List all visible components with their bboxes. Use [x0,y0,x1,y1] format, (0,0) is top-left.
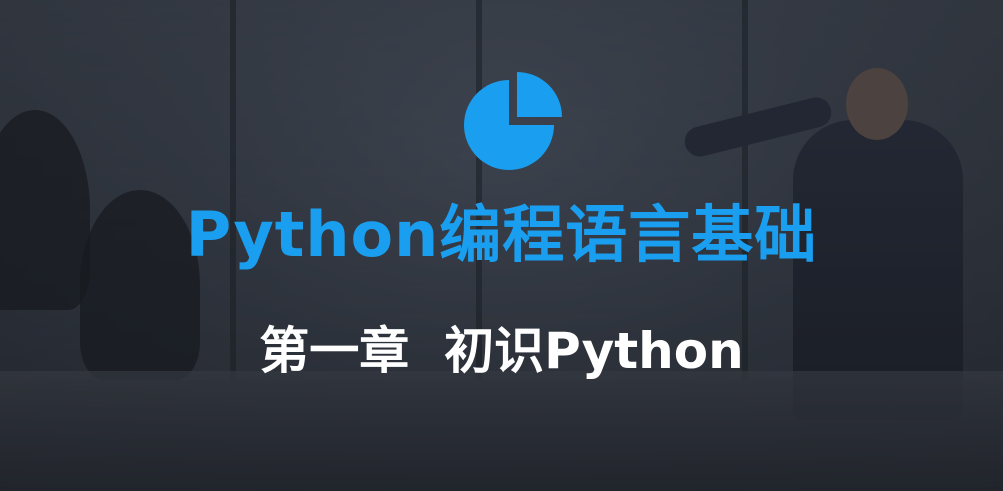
slide: Python编程语言基础 第一章 初识Python [0,0,1003,491]
pie-chart-icon [464,72,562,170]
course-title: Python编程语言基础 [185,198,818,271]
chapter-title: 第一章 初识Python [259,322,744,380]
slide-content: Python编程语言基础 第一章 初识Python [0,0,1003,491]
